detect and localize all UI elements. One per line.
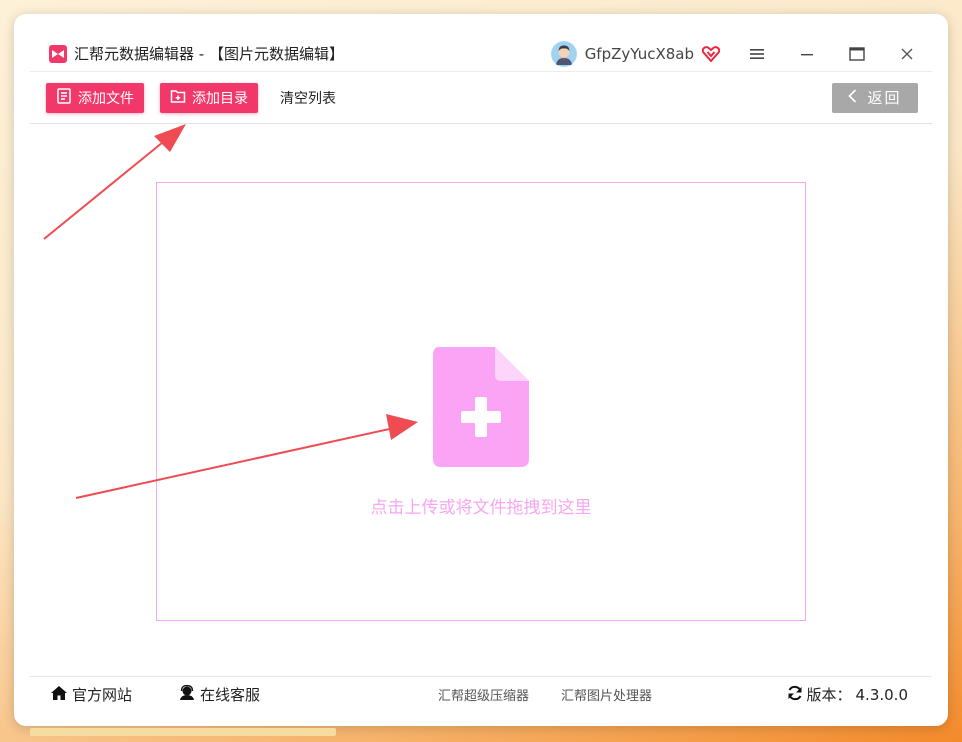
add-file-button[interactable]: 添加文件 <box>46 82 144 113</box>
menu-icon[interactable] <box>732 36 782 72</box>
chevron-left-icon <box>848 88 857 107</box>
window-title: 汇帮元数据编辑器 - 【图片元数据编辑】 <box>74 45 344 63</box>
version-label: 版本： <box>806 686 852 704</box>
title-bar: 汇帮元数据编辑器 - 【图片元数据编辑】 GfpZyYucX8ab <box>30 36 932 72</box>
official-website-link[interactable]: 官方网站 <box>50 684 132 705</box>
minimize-icon[interactable] <box>782 36 832 72</box>
folder-add-icon <box>170 88 186 108</box>
app-window: 汇帮元数据编辑器 - 【图片元数据编辑】 GfpZyYucX8ab 添加文件 添… <box>14 14 948 726</box>
refresh-icon <box>787 685 803 705</box>
add-file-label: 添加文件 <box>78 90 134 107</box>
back-label: 返回 <box>867 89 902 107</box>
close-icon[interactable] <box>882 36 932 72</box>
add-folder-label: 添加目录 <box>192 90 248 107</box>
image-processor-app-link[interactable]: 汇帮图片处理器 <box>561 685 652 704</box>
version-value: 4.3.0.0 <box>855 685 908 704</box>
clear-list-button[interactable]: 清空列表 <box>280 88 336 108</box>
back-button[interactable]: 返回 <box>832 82 918 113</box>
app-logo-icon <box>48 44 68 64</box>
compressor-app-link[interactable]: 汇帮超级压缩器 <box>438 685 529 704</box>
user-avatar[interactable] <box>550 40 577 67</box>
customer-service-icon <box>178 684 196 705</box>
file-add-icon[interactable] <box>433 347 529 467</box>
username-label[interactable]: GfpZyYucX8ab <box>585 45 694 63</box>
maximize-icon[interactable] <box>832 36 882 72</box>
vip-heart-icon[interactable] <box>702 45 720 63</box>
online-service-link[interactable]: 在线客服 <box>178 684 260 705</box>
file-drop-zone[interactable]: 点击上传或将文件拖拽到这里 <box>156 182 806 621</box>
version-info[interactable]: 版本： 4.3.0.0 <box>787 684 908 705</box>
background-strip <box>30 728 336 736</box>
online-service-label: 在线客服 <box>200 686 261 704</box>
drop-zone-hint: 点击上传或将文件拖拽到这里 <box>370 498 592 518</box>
file-list-icon <box>56 87 72 108</box>
home-icon <box>50 685 68 705</box>
add-folder-button[interactable]: 添加目录 <box>160 82 258 113</box>
toolbar: 添加文件 添加目录 清空列表 返回 <box>30 72 932 124</box>
status-bar: 官方网站 在线客服 汇帮超级压缩器 汇帮图片处理器 版本： 4.3.0.0 <box>30 676 932 712</box>
official-website-label: 官方网站 <box>72 686 133 704</box>
